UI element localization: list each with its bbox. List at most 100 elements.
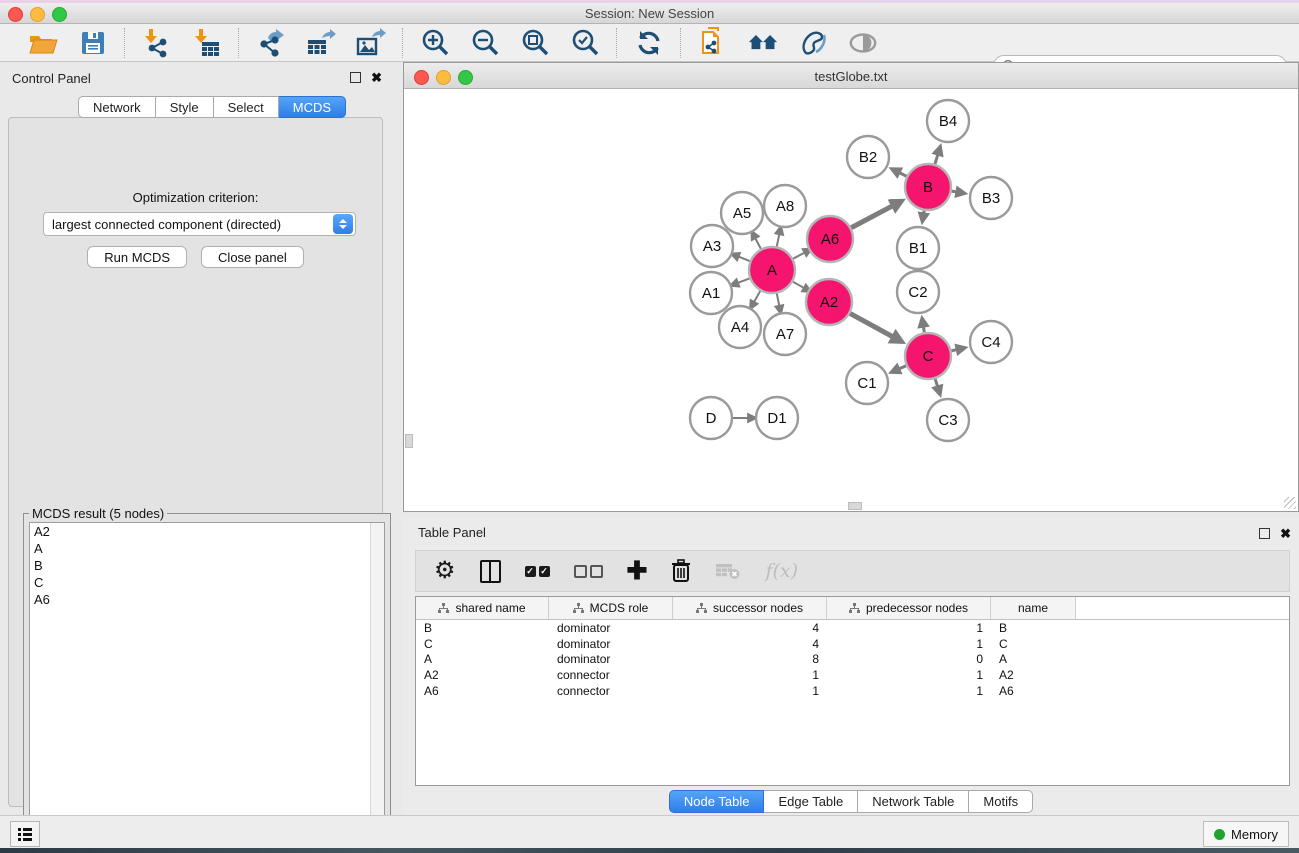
close-table-panel-icon[interactable]: ✖ bbox=[1280, 529, 1291, 539]
export-table-icon[interactable] bbox=[306, 28, 336, 58]
graph-node-A1[interactable]: A1 bbox=[690, 272, 732, 314]
table-tab-edge-table[interactable]: Edge Table bbox=[764, 790, 858, 813]
delete-row-icon[interactable] bbox=[671, 556, 691, 586]
table-cell[interactable]: 1 bbox=[827, 621, 991, 635]
graph-node-B2[interactable]: B2 bbox=[847, 136, 889, 178]
table-cell[interactable]: A2 bbox=[416, 668, 549, 682]
settings-gear-icon[interactable]: ⚙ bbox=[434, 556, 456, 586]
network-vertical-scroll-thumb[interactable] bbox=[405, 434, 413, 448]
column-header-MCDS-role[interactable]: MCDS role bbox=[549, 597, 673, 619]
table-cell[interactable]: connector bbox=[549, 684, 673, 698]
table-cell[interactable]: A6 bbox=[991, 684, 1076, 698]
edge-A-A6[interactable] bbox=[793, 252, 805, 259]
network-horizontal-scroll-thumb[interactable] bbox=[848, 502, 862, 510]
table-cell[interactable]: 4 bbox=[673, 637, 827, 651]
table-cell[interactable]: dominator bbox=[549, 637, 673, 651]
table-cell[interactable]: C bbox=[991, 637, 1076, 651]
table-cell[interactable]: 1 bbox=[827, 668, 991, 682]
home-icon[interactable] bbox=[748, 28, 778, 58]
graph-node-A7[interactable]: A7 bbox=[764, 313, 806, 355]
table-cell[interactable]: A6 bbox=[416, 684, 549, 698]
eye-icon[interactable] bbox=[848, 28, 878, 58]
tab-network[interactable]: Network bbox=[78, 96, 156, 118]
graph-node-B[interactable]: B bbox=[905, 164, 951, 210]
table-row[interactable]: Bdominator41B bbox=[416, 620, 1289, 636]
table-cell[interactable]: 8 bbox=[673, 652, 827, 666]
column-header-successor-nodes[interactable]: successor nodes bbox=[673, 597, 827, 619]
optimization-criterion-dropdown[interactable]: largest connected component (directed) bbox=[43, 212, 356, 236]
edge-A-A2[interactable] bbox=[793, 282, 805, 289]
graph-node-C3[interactable]: C3 bbox=[927, 399, 969, 441]
table-cell[interactable]: 1 bbox=[673, 668, 827, 682]
select-all-icon[interactable]: ✓✓ bbox=[525, 556, 550, 586]
close-panel-icon[interactable]: ✖ bbox=[371, 73, 382, 83]
run-mcds-button[interactable]: Run MCDS bbox=[87, 246, 187, 268]
import-table-icon[interactable] bbox=[192, 28, 222, 58]
table-row[interactable]: A6connector11A6 bbox=[416, 683, 1289, 699]
graph-node-A3[interactable]: A3 bbox=[691, 225, 733, 267]
edge-A-A8[interactable] bbox=[777, 233, 780, 246]
result-item[interactable]: C bbox=[30, 574, 384, 591]
export-network-icon[interactable] bbox=[256, 28, 286, 58]
graph-node-C1[interactable]: C1 bbox=[846, 362, 888, 404]
memory-button[interactable]: Memory bbox=[1203, 821, 1289, 847]
deselect-all-icon[interactable] bbox=[574, 556, 603, 586]
graph-node-B1[interactable]: B1 bbox=[897, 227, 939, 269]
add-row-icon[interactable]: ✚ bbox=[627, 556, 648, 586]
float-panel-icon[interactable] bbox=[350, 72, 361, 83]
table-cell[interactable]: A bbox=[991, 652, 1076, 666]
graph-node-A5[interactable]: A5 bbox=[721, 192, 763, 234]
graph-node-C2[interactable]: C2 bbox=[897, 271, 939, 313]
window-resize-grip[interactable] bbox=[1284, 497, 1296, 509]
table-cell[interactable]: 4 bbox=[673, 621, 827, 635]
zoom-out-icon[interactable] bbox=[470, 28, 500, 58]
table-cell[interactable]: A bbox=[416, 652, 549, 666]
table-cell[interactable]: C bbox=[416, 637, 549, 651]
graph-node-A4[interactable]: A4 bbox=[719, 306, 761, 348]
save-icon[interactable] bbox=[78, 28, 108, 58]
edge-A2-C[interactable] bbox=[850, 313, 893, 337]
refresh-icon[interactable] bbox=[634, 28, 664, 58]
tab-select[interactable]: Select bbox=[214, 96, 279, 118]
table-cell[interactable]: B bbox=[416, 621, 549, 635]
graph-node-A[interactable]: A bbox=[749, 247, 795, 293]
table-row[interactable]: A2connector11A2 bbox=[416, 667, 1289, 683]
edge-A-A7[interactable] bbox=[777, 294, 780, 307]
zoom-in-icon[interactable] bbox=[420, 28, 450, 58]
mcds-result-list[interactable]: A2ABCA6 bbox=[29, 522, 385, 849]
table-cell[interactable]: 1 bbox=[827, 684, 991, 698]
zoom-selected-icon[interactable] bbox=[570, 28, 600, 58]
copy-network-document-icon[interactable] bbox=[698, 28, 728, 58]
table-tab-motifs[interactable]: Motifs bbox=[969, 790, 1033, 813]
table-row[interactable]: Adominator80A bbox=[416, 652, 1289, 668]
edge-A-A1[interactable] bbox=[737, 278, 750, 283]
task-history-button[interactable] bbox=[10, 821, 40, 847]
table-tab-node-table[interactable]: Node Table bbox=[669, 790, 765, 813]
result-scrollbar[interactable] bbox=[370, 523, 384, 848]
graph-node-D1[interactable]: D1 bbox=[756, 397, 798, 439]
graph-node-A6[interactable]: A6 bbox=[807, 216, 853, 262]
import-network-icon[interactable] bbox=[142, 28, 172, 58]
column-header-predecessor-nodes[interactable]: predecessor nodes bbox=[827, 597, 991, 619]
result-item[interactable]: A6 bbox=[30, 591, 384, 608]
table-cell[interactable]: dominator bbox=[549, 652, 673, 666]
graph-node-B4[interactable]: B4 bbox=[927, 100, 969, 142]
graph-node-C4[interactable]: C4 bbox=[970, 321, 1012, 363]
paint-details-icon[interactable] bbox=[798, 28, 828, 58]
graph-node-C[interactable]: C bbox=[905, 333, 951, 379]
result-item[interactable]: B bbox=[30, 557, 384, 574]
result-item[interactable]: A2 bbox=[30, 523, 384, 540]
table-cell[interactable]: connector bbox=[549, 668, 673, 682]
close-panel-button[interactable]: Close panel bbox=[201, 246, 304, 268]
graph-node-A2[interactable]: A2 bbox=[806, 279, 852, 325]
edge-A6-B[interactable] bbox=[851, 206, 893, 228]
export-image-icon[interactable] bbox=[356, 28, 386, 58]
column-header-shared-name[interactable]: shared name bbox=[416, 597, 549, 619]
table-cell[interactable]: A2 bbox=[991, 668, 1076, 682]
table-cell[interactable]: B bbox=[991, 621, 1076, 635]
graph-node-D[interactable]: D bbox=[690, 397, 732, 439]
result-item[interactable]: A bbox=[30, 540, 384, 557]
network-canvas[interactable]: B4B2BB3A8A5A6A3B1AA1C2A2A4A7C4CC1C3DD1 bbox=[405, 89, 1297, 509]
column-header-name[interactable]: name bbox=[991, 597, 1076, 619]
table-cell[interactable]: 1 bbox=[673, 684, 827, 698]
